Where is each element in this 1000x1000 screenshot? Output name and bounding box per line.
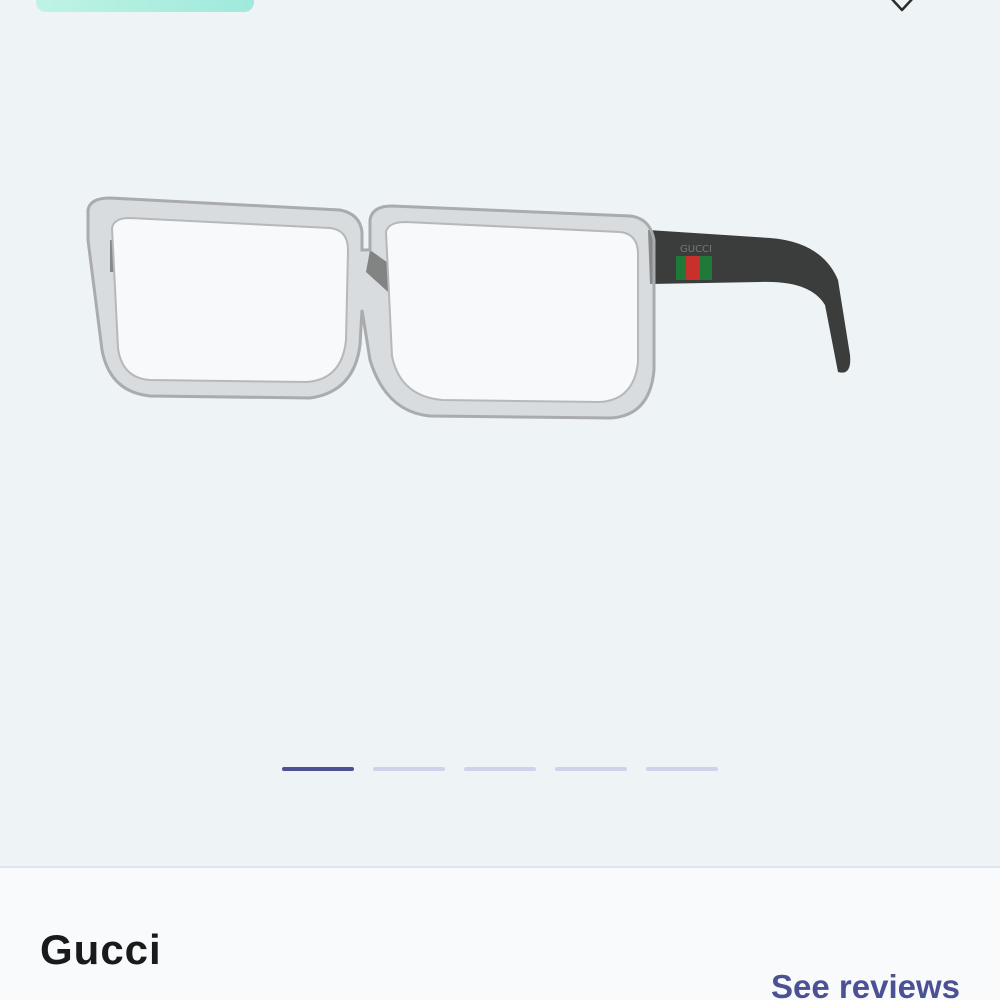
product-page: GUCCI Gucci See reviews [0,0,1000,1000]
gallery-indicator-4[interactable] [555,767,627,771]
gallery-indicator-2[interactable] [373,767,445,771]
see-reviews-link[interactable]: See reviews [771,968,960,1000]
eyeglasses-image: GUCCI [86,196,851,420]
brand-name: Gucci [40,926,162,973]
gallery-indicator-5[interactable] [646,767,718,771]
gallery-indicators [282,767,718,773]
svg-text:GUCCI: GUCCI [680,244,712,255]
heart-outline-icon[interactable] [870,0,934,28]
product-info-card: Gucci See reviews [0,866,1000,1000]
promo-badge [36,0,254,12]
gallery-indicator-3[interactable] [464,767,536,771]
product-gallery[interactable]: GUCCI [0,0,1000,866]
gallery-indicator-1[interactable] [282,767,354,771]
